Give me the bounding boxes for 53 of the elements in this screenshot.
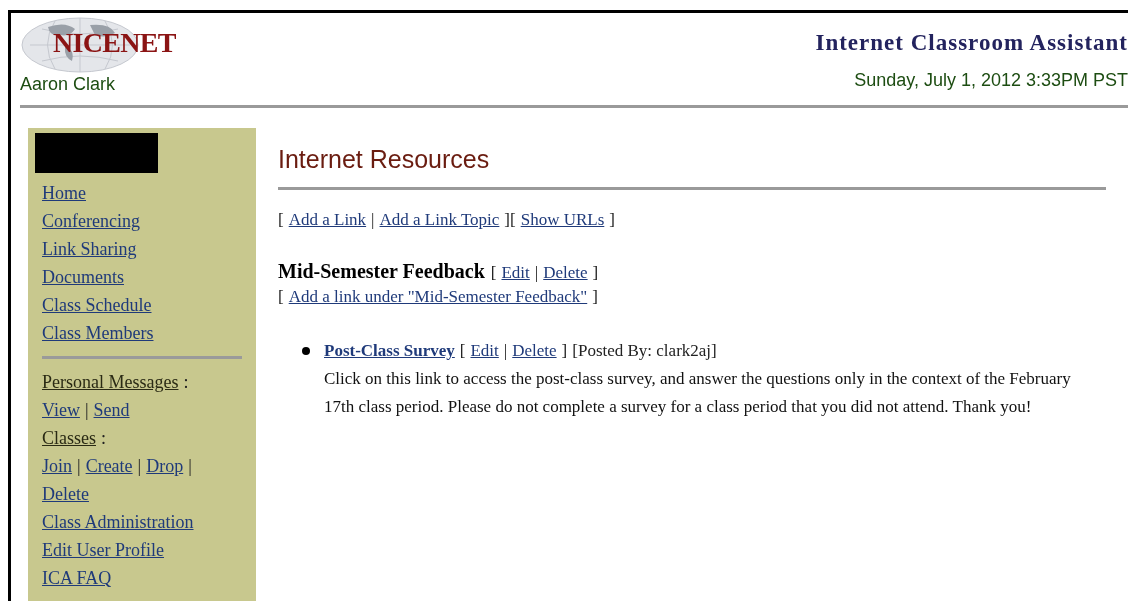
nav-link[interactable]: Class Members	[42, 319, 154, 347]
app-title: Internet Classroom Assistant	[815, 29, 1128, 57]
separator-text: |	[77, 455, 81, 478]
nav-link[interactable]: Join	[42, 452, 72, 480]
nav-link[interactable]: ICA FAQ	[42, 564, 112, 592]
separator-text: |	[534, 262, 539, 284]
section-label-link[interactable]: Personal Messages	[42, 368, 179, 396]
separator-text: ]	[609, 209, 615, 231]
nav-link[interactable]: Delete	[512, 337, 557, 365]
nav-link[interactable]: Delete	[42, 480, 89, 508]
nav-link[interactable]: Home	[42, 179, 86, 207]
nav-link[interactable]: Create	[85, 452, 133, 480]
separator-text: [	[459, 340, 466, 362]
nav-link[interactable]: Show URLs	[520, 206, 605, 234]
separator-text: ][	[504, 209, 516, 231]
page-heading: Internet Resources	[278, 144, 491, 175]
separator-text: ]	[592, 262, 599, 284]
date-time: Sunday, July 1, 2012 3:33PM PST	[854, 69, 1128, 92]
resource-link[interactable]: Post-Class Survey	[324, 337, 455, 365]
section-label-link[interactable]: Classes	[42, 424, 96, 452]
nav-link[interactable]: Edit User Profile	[42, 536, 164, 564]
separator-text: [	[278, 209, 284, 231]
nav-link[interactable]: Link Sharing	[42, 235, 137, 263]
nav-link[interactable]: Class Schedule	[42, 291, 152, 319]
separator-text: :	[183, 371, 189, 394]
separator-text: [	[278, 287, 284, 307]
nav-link[interactable]: View	[42, 396, 80, 424]
nav-link[interactable]: Send	[93, 396, 130, 424]
separator-text: |	[137, 455, 142, 478]
separator-text: [	[490, 262, 497, 284]
separator-text: ]	[592, 287, 598, 307]
nav-link[interactable]: Drop	[146, 452, 184, 480]
nav-link[interactable]: Delete	[543, 259, 588, 287]
separator-text: |	[188, 455, 192, 478]
bullet-icon	[302, 347, 310, 355]
nav-link[interactable]: Conferencing	[42, 207, 140, 235]
nav-link[interactable]: Add a Link	[288, 206, 367, 234]
logo-text: NICENET	[53, 29, 176, 57]
separator-text: |	[371, 209, 375, 231]
topic-title: Mid-Semester Feedback	[278, 259, 485, 283]
nav-link[interactable]: Class Administration	[42, 508, 194, 536]
nav-link[interactable]: Edit	[501, 259, 530, 287]
user-name: Aaron Clark	[20, 73, 117, 95]
nav-link[interactable]: Edit	[470, 337, 499, 365]
nav-link[interactable]: Documents	[42, 263, 124, 291]
separator-text: :	[101, 427, 106, 450]
separator-text: [Posted By: clark2aj]	[572, 340, 717, 362]
separator-text: ]	[561, 340, 568, 362]
separator-text: |	[84, 399, 89, 422]
nav-link[interactable]: Add a Link Topic	[379, 206, 500, 234]
resource-description: Click on this link to access the post-class survey, and answer the questions only in the context of the February 17th class period. Please do not complete a survey for a class period that you did not attend. Thank you!	[324, 368, 1072, 418]
separator-text: |	[503, 340, 508, 362]
nav-link[interactable]: Add a link under "Mid-Semester Feedback"	[288, 287, 588, 307]
